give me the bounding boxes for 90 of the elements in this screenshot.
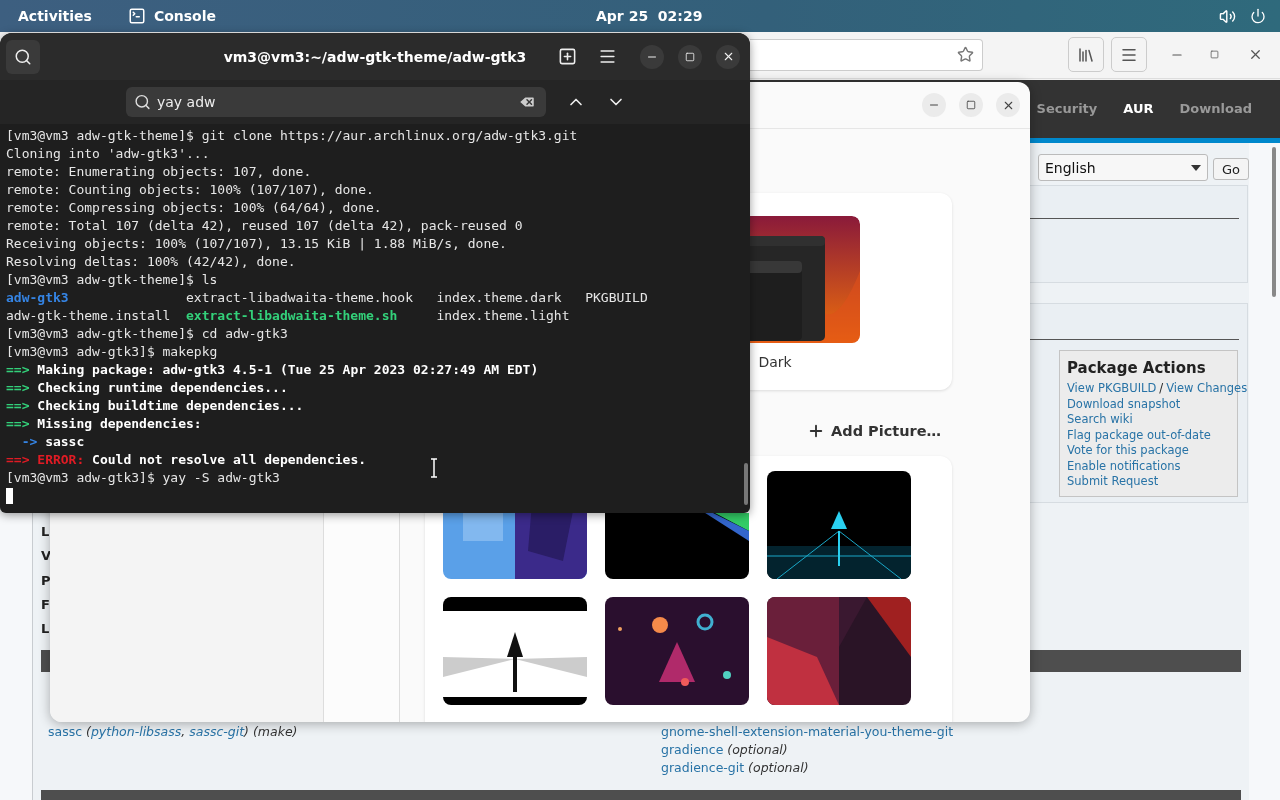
search-icon [14,47,32,66]
action-link[interactable]: Enable notifications [1067,458,1181,474]
theme-label: Dark [758,354,792,370]
package-link[interactable]: sassc-git [189,724,245,739]
terminal-line: ==> Checking buildtime dependencies... [6,397,304,415]
menu-button[interactable] [598,47,617,66]
nav-link[interactable]: Download [1179,101,1252,117]
scrollbar[interactable] [1272,147,1276,297]
terminal-line: Resolving deltas: 100% (42/42), done. [6,253,296,271]
maximize-icon [685,51,695,62]
package-link[interactable]: gradience-git [661,760,745,775]
package-link[interactable]: gradience [661,742,724,757]
terminal-line: Receiving objects: 100% (107/107), 13.15 KiB | 1.88 MiB/s, done. [6,235,507,253]
nav-link[interactable]: Security [1036,101,1098,117]
i-beam-pointer-icon [430,458,438,478]
minimize-button[interactable] [640,44,664,69]
action-link[interactable]: Flag package out-of-date [1067,427,1211,443]
window-title: vm3@vm3:~/adw-gtk-theme/adw-gtk3 [223,48,527,65]
terminal-line: [vm3@vm3 adw-gtk-theme]$ cd adw-gtk3 [6,325,288,343]
field-label: V [41,547,53,566]
search-field[interactable]: yay adw [126,87,546,117]
address-field[interactable] [750,38,983,71]
terminal-line: [vm3@vm3 adw-gtk3]$ makepkg [6,343,218,361]
new-tab-button[interactable] [558,47,577,66]
package-link[interactable]: gnome-shell-extension-material-you-theme-git [661,724,954,739]
activities-button[interactable]: Activities [18,8,92,24]
action-link[interactable]: Vote for this package [1067,443,1189,459]
file-name: PKGBUILD [585,289,648,307]
file-name: index.theme.dark [436,289,562,307]
dependency-line: gradience-git (optional) [661,759,810,777]
file-name: index.theme.light [436,307,570,325]
theme-preview-drawing[interactable] [750,216,860,343]
plus-square-icon [558,47,577,66]
terminal-icon [127,7,146,25]
power-icon[interactable] [1250,8,1266,24]
maximize-button[interactable] [678,44,702,69]
terminal-line: ==> Checking runtime dependencies... [6,379,288,397]
maximize-icon [966,100,976,110]
terminal-line: -> sassc [20,433,85,451]
volume-icon[interactable] [1219,7,1236,25]
add-picture-button[interactable]: Add Picture… [807,418,941,444]
maximize-icon[interactable] [1210,50,1219,60]
close-button[interactable] [996,93,1020,117]
field-label: P [41,571,52,590]
package-link[interactable]: sassc [48,724,83,739]
action-link[interactable]: Download snapshot [1067,396,1181,412]
field-label: L [41,620,51,639]
text-cursor [6,488,13,504]
app-menu-label[interactable]: Console [153,8,216,24]
search-button[interactable] [6,39,40,74]
terminal-line: ==> Making package: adw-gtk3 4.5-1 (Tue 25 Apr 2023 02:27:49 AM EDT) [6,361,539,379]
maximize-button[interactable] [959,93,983,117]
terminal-line: [vm3@vm3 adw-gtk3]$ yay -S adw-gtk3 [6,469,280,487]
scrollbar[interactable] [744,463,748,505]
terminal-line: ==> Missing dependencies: [6,415,202,433]
dependency-line: gradience (optional) [661,741,789,759]
search-icon [134,93,151,111]
terminal-line: remote: Total 107 (delta 42), reused 107 (delta 42), pack-reused 0 [6,217,523,235]
library-button[interactable] [1068,37,1104,73]
terminal-line: remote: Counting objects: 100% (107/107), done. [6,181,374,199]
minimize-button[interactable] [922,93,946,117]
file-name: extract-libadwaita-theme.sh [186,307,398,325]
action-link[interactable]: View PKGBUILD [1067,381,1157,397]
field-label: F [41,595,51,614]
library-icon [1077,45,1095,64]
nav-link[interactable]: AUR [1123,101,1154,117]
field-label: L [41,523,51,541]
link-separator: / [1159,381,1164,397]
dependency-line: sassc (python-libsass, sassc-git) (make) [48,723,299,741]
menu-icon [598,47,617,66]
terminal-line: Cloning into 'adw-gtk3'... [6,145,210,163]
star-icon[interactable] [957,46,974,64]
terminal-line: remote: Compressing objects: 100% (64/64), done. [6,199,382,217]
action-link[interactable]: View Changes [1166,381,1248,397]
terminal-line: [vm3@vm3 adw-gtk-theme]$ ls [6,271,218,289]
file-name: adw-gtk-theme.install [6,307,171,325]
language-select[interactable]: English [1038,154,1208,181]
panel-title: Package Actions [1067,359,1207,377]
clock[interactable]: Apr 25 02:29 [596,8,703,24]
go-button[interactable]: Go [1212,158,1249,180]
dropdown-arrow-icon [1190,164,1201,171]
package-link[interactable]: python-libsass [90,724,182,739]
action-link[interactable]: Search wiki [1067,412,1133,428]
terminal-line: ==> ERROR: Could not resolve all dependencies. [6,451,367,469]
close-button[interactable] [716,44,740,69]
terminal-line: [vm3@vm3 adw-gtk-theme]$ git clone https://aur.archlinux.org/adw-gtk3.git [6,127,578,145]
action-link[interactable]: Submit Request [1067,474,1159,490]
terminal-line: remote: Enumerating objects: 107, done. [6,163,312,181]
file-name: extract-libadwaita-theme.hook [186,289,413,307]
file-name: adw-gtk3 [6,289,69,307]
